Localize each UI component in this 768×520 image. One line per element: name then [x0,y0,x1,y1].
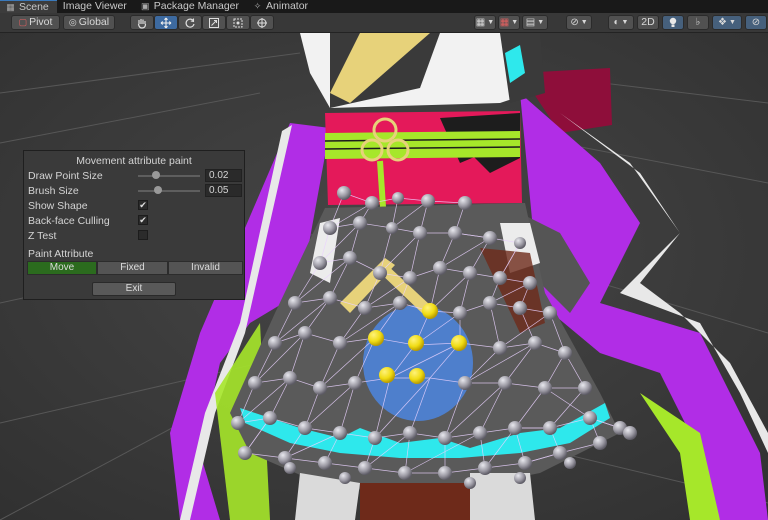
editor-tab-bar: ▦ Scene Image Viewer ▣ Package Manager ✧… [0,0,768,13]
rect-tool-icon [233,18,243,27]
hand-tool-button[interactable] [130,15,154,30]
eye-slash-icon: ⊘ [570,17,579,28]
chevron-down-icon: ▼ [580,19,588,26]
transform-icon [257,17,267,28]
attribute-move-button[interactable]: Move [27,261,97,275]
mode-2d-button[interactable]: 2D [637,15,659,30]
tab-animator[interactable]: ✧ Animator [247,0,316,13]
move-arrows-icon [160,17,172,28]
globe-icon: ◎ [68,17,77,27]
package-icon: ▣ [141,1,150,11]
tab-scene-label: Scene [19,0,49,13]
attribute-fixed-button[interactable]: Fixed [97,261,168,275]
scene-icon: ▦ [6,1,15,12]
tab-scene[interactable]: ▦ Scene [0,0,57,13]
pivot-dropdown[interactable]: ▢ Pivot [11,15,60,30]
chevron-down-icon: ▼ [729,19,736,26]
chevron-down-icon: ▼ [487,19,495,26]
visibility-dropdown[interactable]: ⊘ ▼ [566,15,592,30]
exit-button[interactable]: Exit [92,282,176,296]
mode-2d-label: 2D [641,16,655,28]
brush-size-slider[interactable] [138,186,200,194]
hand-icon [137,18,147,29]
backface-culling-checkbox[interactable]: ✔ [138,215,148,225]
pivot-label: Pivot [29,16,53,28]
audio-toggle[interactable]: ♭ [687,15,709,30]
grid-icon: ▦ [475,17,486,28]
snap-increment-button[interactable]: ▦ ▼ [498,15,520,30]
effects-dropdown[interactable]: ❖ ▼ [712,15,742,30]
grid-snap-button[interactable]: ▦ ▼ [474,15,496,30]
chevron-down-icon: ▼ [537,19,545,26]
eye-icon: ⊘ [751,17,761,28]
lighting-toggle[interactable] [662,15,684,30]
brush-size-label: Brush Size [28,185,79,197]
chevron-down-icon: ▼ [511,19,519,26]
movement-attribute-paint-panel: Movement attribute paint Draw Point Size… [23,150,245,300]
show-shape-label: Show Shape [28,200,88,212]
tab-package-manager-label: Package Manager [153,0,240,12]
draw-point-size-slider[interactable] [138,171,200,179]
hidden-objects-toggle[interactable]: ⊘ [745,15,767,30]
rect-tool-button[interactable] [226,15,250,30]
align-button[interactable]: ▤ ▼ [522,15,548,30]
z-test-label: Z Test [28,230,57,242]
effects-layers-icon: ❖ [718,17,728,28]
shading-mode-dropdown[interactable]: ◐ ▼ [608,15,634,30]
align-icon: ▤ [525,17,536,28]
lightbulb-icon [669,17,677,27]
draw-point-size-field[interactable]: 0.02 [205,169,242,182]
move-tool-button[interactable] [154,15,178,30]
z-test-checkbox[interactable] [138,230,148,240]
scale-tool-button[interactable] [202,15,226,30]
tab-animator-label: Animator [266,0,309,12]
tab-package-manager[interactable]: ▣ Package Manager [135,0,247,13]
transform-tool-button[interactable] [250,15,274,30]
draw-point-size-slider-knob[interactable] [151,171,160,179]
scene-toolbar: ▢ Pivot ◎ Global ▦▼ ▦▼ ▤▼ ⊘▼ ◐▼ 2D [0,13,768,33]
scene-viewport[interactable]: Movement attribute paint Draw Point Size… [0,33,768,520]
snap-icon: ▦ [499,17,510,28]
show-shape-checkbox[interactable]: ✔ [138,200,148,210]
paint-attribute-label: Paint Attribute [28,248,94,260]
attribute-invalid-button[interactable]: Invalid [168,261,243,275]
brush-size-field[interactable]: 0.05 [205,184,242,197]
speaker-mute-icon: ♭ [695,17,701,28]
global-label: Global [78,16,110,28]
draw-point-size-label: Draw Point Size [28,170,103,182]
tab-image-viewer-label: Image Viewer [62,0,127,12]
global-dropdown[interactable]: ◎ Global [63,15,115,30]
backface-culling-label: Back-face Culling [28,215,110,227]
rotate-tool-button[interactable] [178,15,202,30]
shading-sphere-icon: ◐ [613,17,620,28]
brush-size-slider-knob[interactable] [154,186,163,194]
animator-icon: ✧ [253,1,262,11]
tab-image-viewer[interactable]: Image Viewer [57,0,135,13]
pivot-icon: ▢ [18,17,28,27]
scale-icon [209,17,219,28]
panel-title: Movement attribute paint [76,155,192,167]
rotate-icon [185,18,195,28]
chevron-down-icon: ▼ [621,19,629,26]
